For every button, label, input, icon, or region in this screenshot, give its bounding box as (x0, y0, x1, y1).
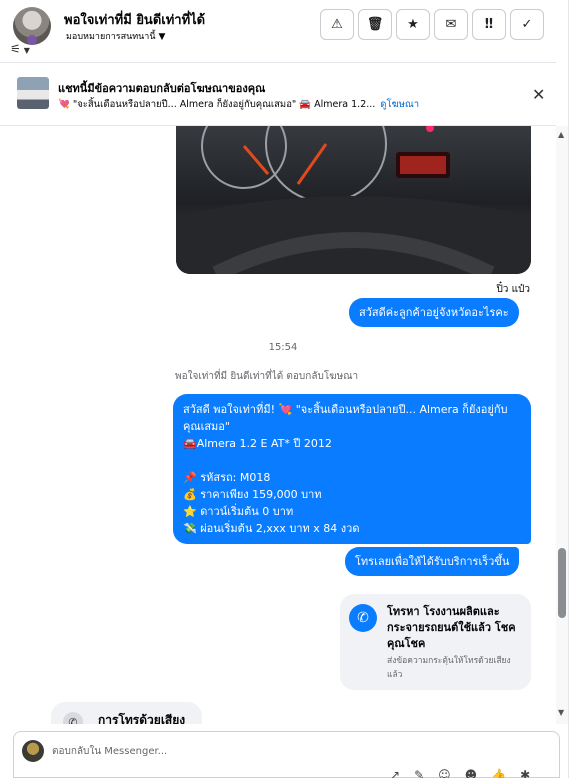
assign-dropdown[interactable]: มอบหมายการสนทนานี้ ▼ (66, 29, 165, 43)
attach-icon[interactable]: ↗ (390, 768, 400, 778)
message-line: ⭐ ดาวน์เริ่มต้น 0 บาท (183, 505, 294, 518)
done-button[interactable]: ✓ (510, 9, 544, 40)
message-composer[interactable]: ตอบกลับใน Messenger... ↗ ✎ ☺ ☻ 👍 ✱ (13, 731, 560, 778)
outgoing-message[interactable]: สวัสดีค่ะลูกค้าอยู่จังหวัดอะไรคะ (349, 298, 519, 327)
banner-title: แชทนี้มีข้อความตอบกลับต่อโฆษณาของคุณ (58, 82, 266, 95)
phone-missed-icon: ✆ (63, 712, 83, 724)
message-thread[interactable]: ปิ๋ว แป๋ว สวัสดีค่ะลูกค้าอยู่จังหวัดอะไร… (0, 126, 556, 724)
timestamp: 15:54 (268, 342, 298, 353)
warning-icon: ⚠ (331, 17, 343, 32)
double-exclamation-icon: ‼ (484, 17, 494, 32)
page-avatar (22, 740, 44, 762)
side-panel-edge (568, 0, 586, 778)
delete-button[interactable]: 🗑 (358, 9, 392, 40)
priority-button[interactable]: ‼ (472, 9, 506, 40)
gif-icon[interactable]: ☻ (465, 768, 478, 778)
call-card-title: โทรหา โรงงานผลิตและกระจายรถยนต์ใช้แล้ว โ… (387, 605, 516, 650)
trash-icon: 🗑 (366, 17, 384, 32)
assign-label: มอบหมายการสนทนานี้ (66, 32, 156, 42)
ad-reply-note: พอใจเท่าที่มี ยินดีเท่าที่ได้ ตอบกลับโฆษ… (175, 371, 359, 382)
envelope-open-icon: ✉ (445, 17, 457, 32)
message-line: 💸 ผ่อนเริ่มต้น 2,xxx บาท x 84 งวด (183, 522, 360, 535)
emoji-icon[interactable]: ☺ (438, 768, 451, 778)
phone-icon: ✆ (349, 604, 377, 632)
scroll-down-icon[interactable]: ▼ (558, 708, 564, 717)
star-button[interactable]: ★ (396, 9, 430, 40)
like-icon[interactable]: 👍 (491, 768, 506, 778)
divider (0, 62, 556, 63)
banner-subtitle: 💘 "จะสิ้นเดือนหรือปลายปี... Almera ก็ยัง… (58, 97, 419, 112)
call-card-subtitle: ส่งข้อความกระตุ้นให้โทรด้วยเสียงแล้ว (387, 656, 511, 680)
ad-thumbnail (17, 77, 49, 109)
scroll-up-icon[interactable]: ▲ (558, 130, 564, 139)
voice-call-label: การโทรด้วยเสียง (98, 713, 186, 724)
dashboard-photo[interactable] (176, 126, 531, 274)
contact-name[interactable]: พอใจเท่าที่มี ยินดีเท่าที่ได้ (64, 9, 205, 30)
chevron-down-icon: ▼ (158, 32, 166, 42)
star-icon: ★ (407, 17, 419, 32)
contact-avatar[interactable] (13, 7, 51, 45)
header-actions: ⚠ 🗑 ★ ✉ ‼ ✓ (320, 9, 544, 40)
chevron-down-icon: ▼ (23, 46, 30, 55)
close-icon[interactable]: ✕ (532, 85, 545, 104)
message-line: 💰 ราคาเพียง 159,000 บาท (183, 488, 322, 501)
call-card[interactable]: ✆ โทรหา โรงงานผลิตและกระจายรถยนต์ใช้แล้ว… (340, 594, 531, 690)
mark-unread-button[interactable]: ✉ (434, 9, 468, 40)
message-line: สวัสดี พอใจเท่าที่มี! 💘 "จะสิ้นเดือนหรือ… (183, 403, 508, 433)
conversation-header: พอใจเท่าที่มี ยินดีเท่าที่ได้ มอบหมายการ… (0, 0, 556, 62)
pen-icon[interactable]: ✎ (414, 768, 424, 778)
settings-menu[interactable]: ⚟ ▼ (10, 42, 30, 56)
voice-call-card[interactable]: ✆ การโทรด้วยเสียง (51, 702, 202, 724)
outgoing-message-ad[interactable]: สวัสดี พอใจเท่าที่มี! 💘 "จะสิ้นเดือนหรือ… (173, 394, 531, 544)
composer-tools: ↗ ✎ ☺ ☻ 👍 ✱ (390, 768, 530, 778)
pin-icon[interactable]: ✱ (520, 768, 530, 778)
thread-scrollbar[interactable]: ▲ ▼ (556, 126, 568, 724)
message-line: 🚘Almera 1.2 E AT* ปี 2012 (183, 437, 332, 450)
spam-button[interactable]: ⚠ (320, 9, 354, 40)
view-ad-link[interactable]: ดูโฆษณา (380, 99, 419, 110)
banner-ad-text: 💘 "จะสิ้นเดือนหรือปลายปี... Almera ก็ยัง… (58, 99, 376, 110)
ad-reply-banner: แชทนี้มีข้อความตอบกลับต่อโฆษณาของคุณ 💘 "… (0, 67, 556, 123)
outgoing-message[interactable]: โทรเลยเพื่อให้ได้รับบริการเร็วขึ้น (345, 547, 520, 576)
dashboard-photo-graphic (176, 126, 531, 274)
reply-input[interactable]: ตอบกลับใน Messenger... (52, 744, 167, 759)
sliders-icon: ⚟ (10, 42, 21, 56)
check-icon: ✓ (521, 17, 533, 32)
scrollbar-thumb[interactable] (558, 548, 566, 618)
message-line: 📌 รหัสรถ: M018 (183, 471, 271, 484)
reactor-name: ปิ๋ว แป๋ว (496, 284, 530, 295)
message-line (183, 452, 521, 469)
